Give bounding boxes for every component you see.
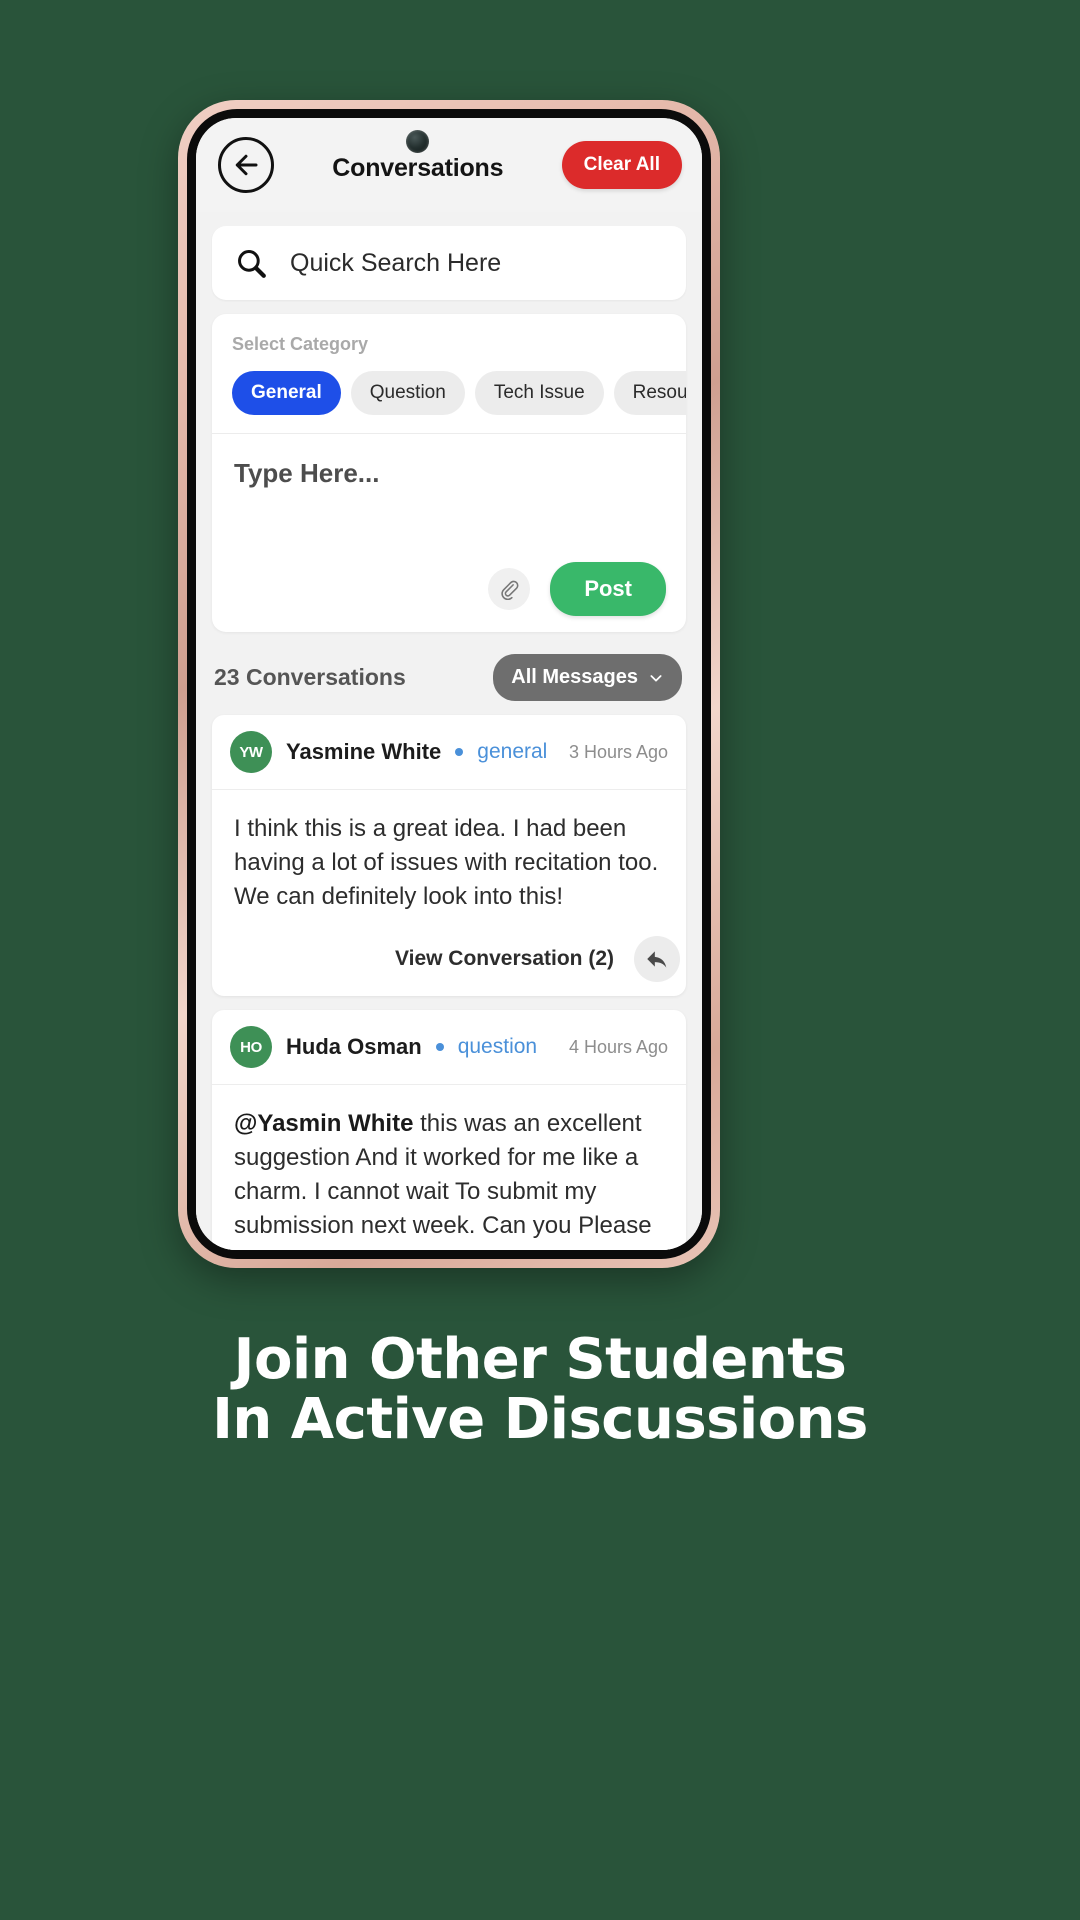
search-icon [238,250,266,278]
composer-card: Select Category General Question Tech Is… [212,314,686,632]
select-category-label: Select Category [232,334,369,354]
conversation-tag: question [457,1035,538,1059]
conversation-mention: @Yasmin White [234,1110,414,1138]
page-title: Conversations [332,153,504,182]
conversation-body: I think this is a great idea. I had been… [212,790,686,930]
conversation-author: Yasmine White [286,739,442,764]
search-input[interactable]: Quick Search Here [290,249,501,278]
post-textarea[interactable]: Type Here... [234,458,664,489]
chevron-down-icon [650,674,662,682]
conversation-footer: View Conversation (2) [212,930,686,996]
search-bar[interactable]: Quick Search Here [212,226,686,300]
app-header: Conversations Clear All [196,118,702,212]
separator-dot-icon [455,748,464,756]
conversation-body: @Yasmin White this was an excellent sugg… [212,1085,686,1250]
category-chip-question[interactable]: Question [350,371,465,415]
phone-screen: Conversations Clear All Quick Search Her… [196,118,702,1250]
conversation-header: HO Huda Osman question 4 Hours Ago [212,1010,686,1086]
paperclip-icon [501,580,519,600]
reply-arrow-icon [647,951,667,968]
composer-actions: Post [488,562,666,616]
category-chip-tech-issue[interactable]: Tech Issue [474,371,604,415]
messages-filter-dropdown[interactable]: All Messages [493,654,682,701]
conversation-count: 23 Conversations [214,664,406,690]
conversation-list-header: 23 Conversations All Messages [212,654,686,701]
separator-dot-icon [435,1043,444,1052]
back-button[interactable] [218,137,274,193]
header-center: Conversations [274,129,562,183]
conversation-timestamp: 3 Hours Ago [568,741,668,762]
conversation-header: YW Yasmine White general 3 Hours Ago [212,715,686,790]
avatar: HO [230,1026,272,1069]
category-selector: Select Category General Question Tech Is… [212,314,686,434]
attach-button[interactable] [488,568,531,610]
promo-caption: Join Other Students In Active Discussion… [0,1327,1080,1453]
caption-line-2: In Active Discussions [212,1387,868,1453]
messages-filter-label: All Messages [511,666,638,688]
caption-line-1: Join Other Students [233,1327,847,1392]
category-chip-resources[interactable]: Resources [613,371,686,415]
conversation-author: Huda Osman [286,1034,422,1060]
conversation-card[interactable]: YW Yasmine White general 3 Hours Ago I t… [212,715,686,997]
category-chip-general[interactable]: General [232,371,341,415]
view-conversation-link[interactable]: View Conversation (2) [395,947,614,971]
app-scroll-body[interactable]: Quick Search Here Select Category Genera… [196,212,702,1250]
conversation-timestamp: 4 Hours Ago [568,1036,668,1057]
conversation-message: @Yasmin White this was an excellent sugg… [234,1107,664,1250]
avatar: YW [230,731,272,773]
conversation-message: I think this is a great idea. I had been… [234,815,659,911]
conversation-card[interactable]: HO Huda Osman question 4 Hours Ago @Yasm… [212,1010,686,1250]
post-input-area[interactable]: Type Here... Post [212,434,686,632]
phone-mockup: Conversations Clear All Quick Search Her… [178,100,720,1268]
front-camera-dot-icon [406,129,430,153]
reply-button[interactable] [634,936,680,983]
conversation-tag: general [477,740,548,763]
post-button[interactable]: Post [550,562,666,616]
category-chip-row: General Question Tech Issue Resources [232,371,686,415]
clear-all-button[interactable]: Clear All [561,141,682,189]
arrow-left-icon [235,154,258,176]
